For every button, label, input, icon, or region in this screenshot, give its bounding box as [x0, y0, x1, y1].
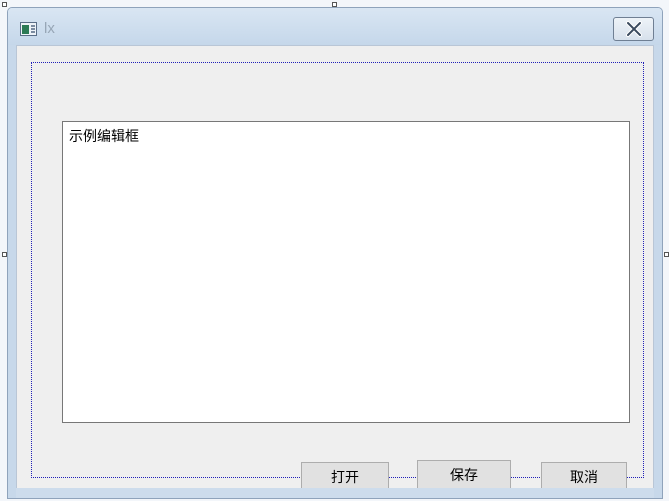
client-area: 示例编辑框 打开 保存 取消	[16, 45, 654, 494]
resize-handle-top-left[interactable]	[2, 2, 7, 7]
window-title: lx	[44, 20, 55, 37]
title-bar[interactable]: lx	[8, 8, 662, 45]
app-icon	[20, 22, 37, 36]
dialog-window: lx 示例编辑框 打开 保存 取消	[7, 7, 663, 499]
edit-box-text: 示例编辑框	[69, 129, 139, 145]
close-icon	[626, 21, 642, 37]
window-bottom-border	[16, 488, 654, 498]
resize-handle-right[interactable]	[664, 252, 669, 257]
edit-box[interactable]: 示例编辑框	[62, 121, 630, 423]
close-button[interactable]	[613, 17, 654, 41]
